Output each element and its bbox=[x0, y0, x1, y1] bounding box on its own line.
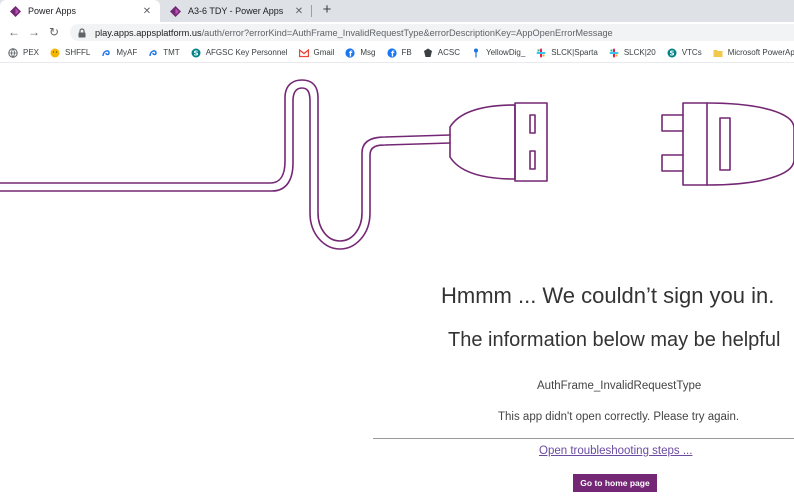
bookmark-label: MyAF bbox=[116, 48, 138, 57]
cable-inner bbox=[0, 87, 451, 250]
bookmark-tmt[interactable]: TMT bbox=[148, 48, 180, 58]
facebook-icon: f bbox=[345, 47, 355, 58]
prong-top bbox=[661, 114, 684, 132]
bookmark-label: FB bbox=[401, 48, 412, 57]
bookmark-label: AFGSC Key Personnel bbox=[205, 48, 288, 57]
go-home-button[interactable]: Go to home page bbox=[573, 474, 657, 492]
bookmark-label: SHFFL bbox=[65, 48, 91, 57]
url-host: play.apps.appsplatform.us bbox=[95, 27, 202, 38]
bookmark-yellowdig[interactable]: YellowDig_ bbox=[471, 48, 525, 58]
plug-slot bbox=[529, 114, 536, 134]
bookmark-slck-20[interactable]: SLCK|20 bbox=[609, 48, 656, 58]
socket-slot bbox=[719, 117, 731, 171]
tab-power-apps[interactable]: Power Apps ✕ bbox=[0, 0, 160, 22]
crest-icon bbox=[423, 48, 432, 57]
bookmark-label: TMT bbox=[163, 48, 180, 57]
tab-strip: Power Apps ✕ A3-6 TDY - Power Apps ✕ + bbox=[0, 0, 794, 22]
error-page: Hmmm ... We couldn’t sign you in. The in… bbox=[0, 63, 794, 497]
forward-button[interactable]: → bbox=[26, 24, 42, 40]
tab-a3-6-tdy[interactable]: A3-6 TDY - Power Apps ✕ bbox=[160, 0, 312, 22]
bookmark-label: PEX bbox=[23, 48, 40, 57]
sharepoint-icon: S bbox=[667, 48, 677, 57]
folder-icon bbox=[713, 49, 723, 57]
bookmark-label: SLCK|Sparta bbox=[551, 48, 598, 57]
pin-icon bbox=[473, 48, 478, 57]
close-tab-icon[interactable]: ✕ bbox=[140, 6, 154, 17]
bookmark-label: Microsoft PowerApps bbox=[727, 48, 794, 57]
bookmark-label: Msg bbox=[360, 48, 376, 57]
error-heading: Hmmm ... We couldn’t sign you in. bbox=[441, 283, 775, 308]
bookmark-myaf[interactable]: MyAF bbox=[101, 48, 137, 58]
bookmark-slck-sparta[interactable]: SLCK|Sparta bbox=[536, 48, 598, 58]
back-button[interactable]: ← bbox=[6, 24, 22, 40]
unplugged-cable-illustration bbox=[0, 79, 794, 250]
bookmark-label: SLCK|20 bbox=[623, 48, 656, 57]
bookmark-fb[interactable]: f FB bbox=[386, 47, 412, 58]
bookmark-label: ACSC bbox=[437, 48, 460, 57]
power-apps-icon bbox=[170, 5, 181, 17]
divider bbox=[373, 438, 794, 439]
bookmark-shffl[interactable]: SHFFL bbox=[50, 48, 90, 58]
address-bar[interactable]: play.apps.appsplatform.us/auth/error?err… bbox=[70, 24, 794, 41]
lock-icon bbox=[78, 27, 86, 37]
plug-body bbox=[449, 104, 516, 180]
smiley-icon bbox=[50, 48, 60, 57]
error-type: AuthFrame_InvalidRequestType bbox=[537, 380, 702, 392]
close-tab-icon[interactable]: ✕ bbox=[292, 6, 306, 17]
reload-button[interactable]: ↻ bbox=[46, 24, 62, 40]
svg-text:S: S bbox=[193, 49, 198, 57]
svg-text:S: S bbox=[669, 49, 674, 57]
gmail-icon bbox=[298, 48, 309, 57]
slack-icon bbox=[609, 48, 619, 57]
socket-face bbox=[682, 102, 708, 186]
power-apps-icon bbox=[10, 5, 21, 17]
bookmark-acsc[interactable]: ACSC bbox=[423, 48, 460, 58]
swirl-icon bbox=[149, 49, 157, 56]
bookmark-label: YellowDig_ bbox=[485, 48, 526, 57]
url-text: play.apps.appsplatform.us/auth/error?err… bbox=[95, 28, 613, 38]
browser-toolbar: ← → ↻ play.apps.appsplatform.us/auth/err… bbox=[0, 22, 794, 43]
new-tab-button[interactable]: + bbox=[318, 1, 336, 19]
troubleshooting-link[interactable]: Open troubleshooting steps ... bbox=[539, 445, 692, 457]
bookmark-afgsc-key-personnel[interactable]: S AFGSC Key Personnel bbox=[191, 48, 288, 58]
bookmark-label: VTCs bbox=[681, 48, 702, 57]
prong-bottom bbox=[661, 154, 684, 172]
swirl-icon bbox=[102, 49, 111, 56]
bookmark-gmail[interactable]: Gmail bbox=[298, 48, 335, 58]
tab-separator bbox=[311, 5, 312, 17]
bookmark-label: Gmail bbox=[313, 48, 335, 57]
tab-title: A3-6 TDY - Power Apps bbox=[188, 6, 284, 16]
bookmarks-bar: PEX SHFFL MyAF TMT S AFGSC Key Personnel Gmail… bbox=[0, 43, 794, 63]
sharepoint-icon: S bbox=[191, 48, 201, 57]
bookmark-vtcs[interactable]: S VTCs bbox=[667, 48, 702, 58]
cable-outer bbox=[0, 79, 451, 242]
facebook-icon: f bbox=[386, 47, 397, 58]
bookmark-microsoft-powerapps[interactable]: Microsoft PowerApps bbox=[713, 48, 794, 58]
tab-title: Power Apps bbox=[28, 6, 77, 16]
bookmark-pex[interactable]: PEX bbox=[8, 47, 40, 58]
globe-icon bbox=[8, 47, 18, 58]
error-message: This app didn't open correctly. Please t… bbox=[498, 411, 740, 423]
slack-icon bbox=[536, 48, 546, 57]
bookmark-msg[interactable]: f Msg bbox=[345, 47, 376, 58]
plug-slot bbox=[529, 150, 536, 170]
url-path: /auth/error?errorKind=AuthFrame_InvalidR… bbox=[201, 27, 613, 38]
error-subheading: The information below may be helpful bbox=[448, 329, 781, 351]
